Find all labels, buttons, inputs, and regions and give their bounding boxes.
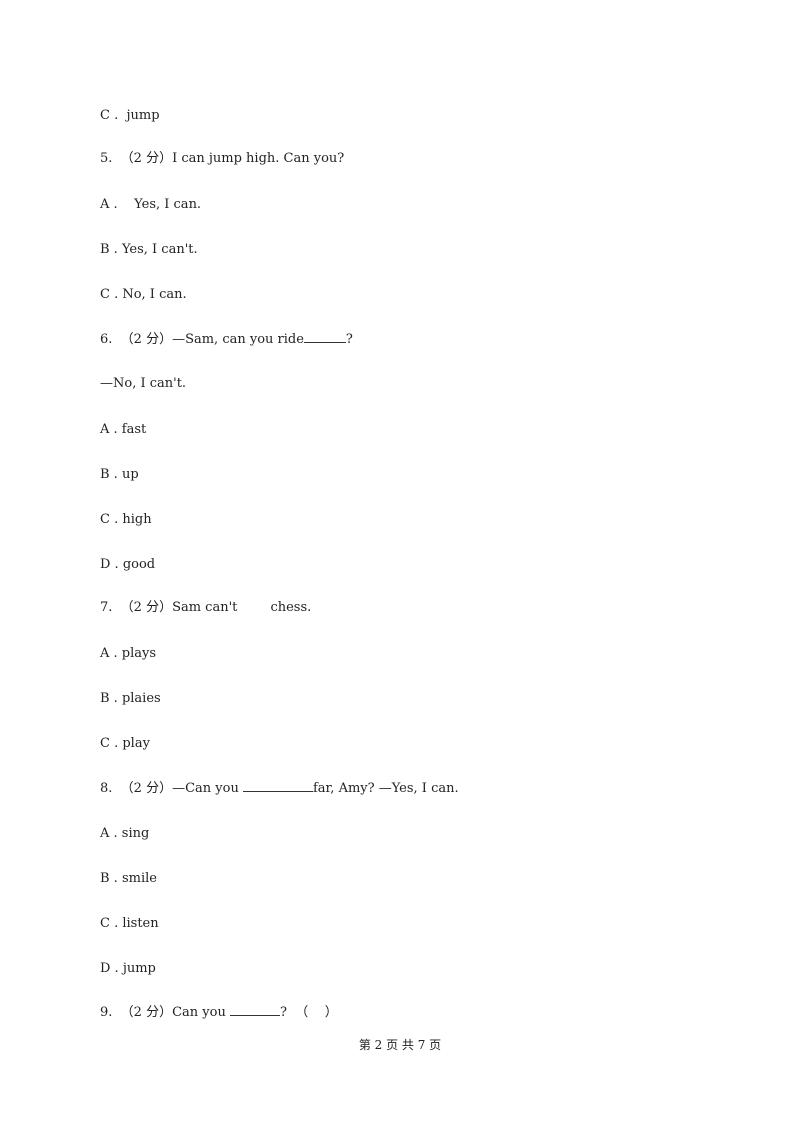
q5-option-c: C . No, I can. (100, 287, 187, 302)
q6-option-a: A . fast (100, 422, 147, 437)
q8-option-b: B . smile (100, 871, 157, 886)
question-5: 5. （2 分）I can jump high. Can you? (100, 151, 345, 166)
q4-option-c: C . jump (100, 108, 160, 123)
q7-option-b: B . plaies (100, 691, 161, 706)
q8-answer-blank (242, 779, 313, 792)
q7-option-c: C . play (100, 736, 150, 751)
q8-option-c: C . listen (100, 916, 159, 931)
question-6: 6. （2 分）—Sam, can you ride? (100, 330, 353, 348)
q8-text-pre: 8. （2 分）—Can you (100, 781, 243, 796)
q6-option-c: C . high (100, 512, 152, 527)
q6-dialogue-response: —No, I can't. (100, 376, 187, 391)
q6-text-pre: 6. （2 分）—Sam, can you ride (100, 332, 304, 347)
q9-answer-blank (229, 1003, 280, 1016)
page-number-footer: 第 2 页 共 7 页 (358, 1038, 442, 1052)
q7-option-a: A . plays (100, 646, 157, 661)
q5-option-b: B . Yes, I can't. (100, 242, 198, 257)
q5-option-a: A . Yes, I can. (100, 197, 202, 212)
q9-text-post: ? （ ） (279, 1005, 338, 1020)
q6-text-post: ? (345, 332, 353, 347)
q6-answer-blank (303, 330, 346, 343)
q8-option-d: D . jump (100, 961, 156, 976)
q6-option-b: B . up (100, 467, 139, 482)
q8-option-a: A . sing (100, 826, 150, 841)
q9-text-pre: 9. （2 分）Can you (100, 1005, 230, 1020)
q8-text-post: far, Amy? —Yes, I can. (312, 781, 459, 796)
question-7: 7. （2 分）Sam can't chess. (100, 600, 312, 615)
question-9: 9. （2 分）Can you ? （ ） (100, 1003, 338, 1021)
question-8: 8. （2 分）—Can you far, Amy? —Yes, I can. (100, 779, 459, 797)
q6-option-d: D . good (100, 557, 156, 572)
